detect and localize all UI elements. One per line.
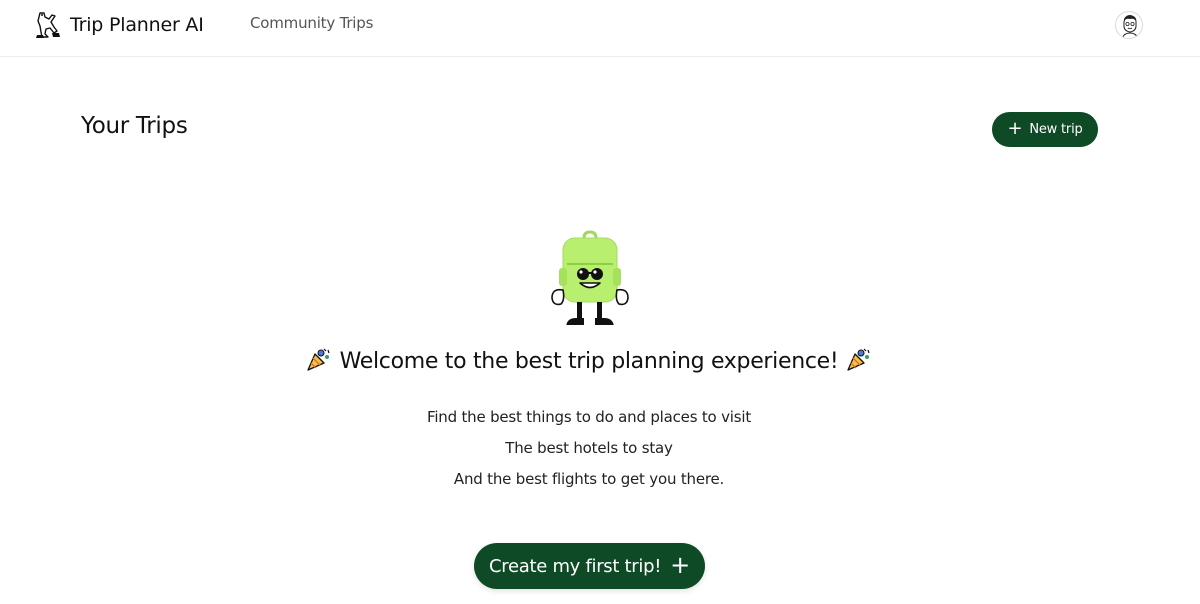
welcome-description: Find the best things to do and places to… — [0, 405, 1178, 498]
walking-figure-icon — [36, 12, 60, 38]
new-trip-button[interactable]: + New trip — [992, 112, 1098, 147]
user-avatar[interactable] — [1115, 11, 1143, 39]
welcome-heading: Welcome to the best trip planning experi… — [0, 346, 1178, 374]
plus-icon: + — [1007, 117, 1023, 139]
description-line: And the best flights to get you there. — [453, 470, 725, 488]
description-line: Find the best things to do and places to… — [426, 408, 752, 426]
page-title: Your Trips — [81, 113, 188, 139]
new-trip-label: New trip — [1029, 122, 1083, 137]
home-logo-link[interactable]: Trip Planner AI — [32, 9, 204, 41]
party-popper-icon — [847, 348, 870, 371]
description-line: The best hotels to stay — [505, 439, 673, 457]
create-first-trip-button[interactable]: Create my first trip! + — [474, 543, 705, 589]
backpack-mascot-icon — [551, 230, 629, 328]
nav-community-trips[interactable]: Community Trips — [250, 14, 373, 32]
welcome-text: Welcome to the best trip planning experi… — [339, 349, 839, 374]
plus-icon: + — [670, 551, 690, 579]
party-popper-icon — [306, 348, 330, 371]
user-avatar-icon — [1121, 15, 1139, 38]
top-navbar: Trip Planner AI Community Trips — [0, 0, 1200, 57]
app-name: Trip Planner AI — [70, 14, 204, 36]
create-first-trip-label: Create my first trip! — [489, 555, 662, 577]
